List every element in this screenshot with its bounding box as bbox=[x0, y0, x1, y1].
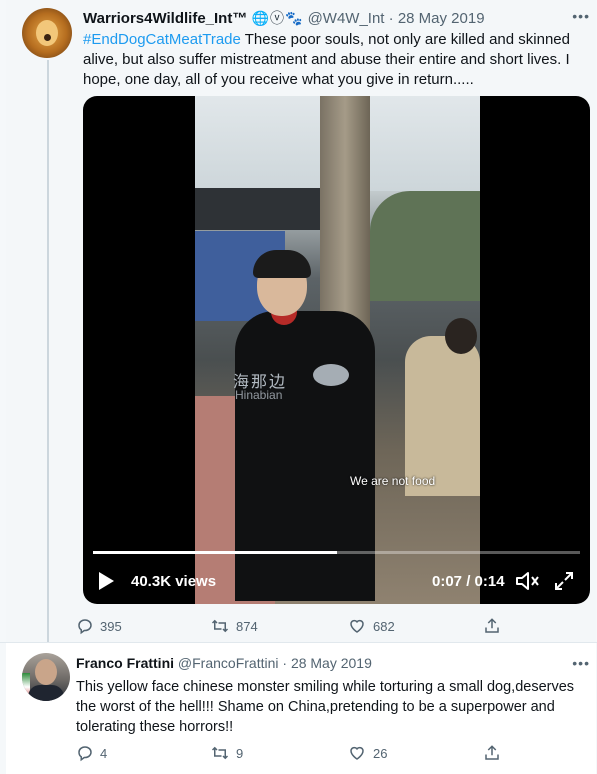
reply-button[interactable]: 395 bbox=[76, 615, 122, 637]
video-progress-bar[interactable] bbox=[93, 551, 580, 554]
tweet-date[interactable]: 28 May 2019 bbox=[291, 655, 372, 671]
lion-nose bbox=[44, 34, 51, 41]
twitter-thread: Warriors4Wildlife_Int™ 🌐ⓥ🐾 @W4W_Int · 28… bbox=[0, 0, 597, 774]
view-count: 40.3K views bbox=[131, 573, 217, 590]
tweet-franco-frattini[interactable]: Franco Frattini @FrancoFrattini · 28 May… bbox=[6, 643, 596, 774]
header-separator: · bbox=[282, 655, 288, 671]
tweet-text: #EndDogCatMeatTrade These poor souls, no… bbox=[83, 30, 581, 90]
reply-button[interactable]: 4 bbox=[76, 742, 107, 764]
tweet-warriors4wildlife[interactable]: Warriors4Wildlife_Int™ 🌐ⓥ🐾 @W4W_Int · 28… bbox=[6, 0, 596, 652]
scene-tent bbox=[370, 191, 480, 301]
tweet-date[interactable]: 28 May 2019 bbox=[398, 10, 485, 27]
tweet-header: Warriors4Wildlife_Int™ 🌐ⓥ🐾 @W4W_Int · 28… bbox=[83, 8, 593, 28]
retweet-count: 874 bbox=[236, 618, 258, 634]
heart-icon bbox=[350, 746, 364, 760]
like-button[interactable]: 26 bbox=[347, 742, 387, 764]
play-icon[interactable] bbox=[99, 572, 114, 590]
watermark-en: Hinabian bbox=[235, 388, 283, 402]
volume-icon[interactable] bbox=[515, 570, 541, 592]
more-options-icon[interactable]: ••• bbox=[572, 655, 590, 671]
retweet-icon bbox=[211, 746, 229, 760]
avatar-face bbox=[35, 659, 57, 685]
video-caption: We are not food bbox=[350, 474, 436, 488]
reply-count: 4 bbox=[100, 745, 108, 761]
watermark-bird-icon bbox=[313, 364, 349, 386]
video-player[interactable]: 海那边 Hinabian We are not food 40.3K views… bbox=[83, 96, 590, 604]
hashtag-link[interactable]: #EndDogCatMeatTrade bbox=[83, 31, 241, 48]
share-button[interactable] bbox=[483, 615, 507, 637]
avatar-franco-frattini[interactable] bbox=[22, 653, 70, 701]
thread-connector-line bbox=[47, 60, 49, 652]
share-button[interactable] bbox=[483, 742, 507, 764]
tweet-header: Franco Frattini @FrancoFrattini · 28 May… bbox=[76, 655, 576, 675]
more-options-icon[interactable]: ••• bbox=[572, 8, 590, 24]
scene-man-right-head bbox=[445, 318, 477, 354]
share-icon bbox=[485, 618, 499, 633]
person-body bbox=[235, 311, 375, 601]
video-progress-fill bbox=[93, 551, 337, 554]
like-count: 682 bbox=[373, 618, 395, 634]
retweet-button[interactable]: 9 bbox=[210, 742, 243, 764]
avatar-lion[interactable] bbox=[22, 8, 72, 58]
fullscreen-icon[interactable] bbox=[553, 570, 575, 592]
lion-face bbox=[36, 20, 58, 46]
author-name[interactable]: Franco Frattini bbox=[76, 655, 174, 671]
tweet-text: This yellow face chinese monster smiling… bbox=[76, 679, 575, 735]
author-handle[interactable]: @W4W_Int bbox=[308, 10, 385, 27]
tweet-actions: 395 874 682 bbox=[76, 615, 506, 637]
person-hair bbox=[253, 250, 311, 278]
scene-awning bbox=[195, 188, 320, 230]
scene-man-right bbox=[405, 336, 480, 496]
tweet-actions: 4 9 26 bbox=[76, 742, 506, 764]
like-count: 26 bbox=[373, 745, 388, 761]
reply-icon bbox=[78, 746, 92, 762]
reply-count: 395 bbox=[100, 618, 122, 634]
retweet-icon bbox=[211, 619, 229, 633]
like-button[interactable]: 682 bbox=[347, 615, 395, 637]
video-frame: 海那边 Hinabian We are not food bbox=[195, 96, 480, 604]
author-name[interactable]: Warriors4Wildlife_Int™ bbox=[83, 10, 247, 27]
share-icon bbox=[485, 745, 499, 760]
retweet-count: 9 bbox=[236, 745, 244, 761]
heart-icon bbox=[350, 619, 364, 633]
profile-badges: 🌐ⓥ🐾 bbox=[251, 10, 304, 26]
header-separator: · bbox=[388, 10, 394, 27]
author-handle[interactable]: @FrancoFrattini bbox=[178, 655, 279, 671]
reply-icon bbox=[78, 619, 92, 635]
retweet-button[interactable]: 874 bbox=[210, 615, 258, 637]
avatar-suit bbox=[28, 685, 64, 701]
video-time: 0:07 / 0:14 bbox=[432, 573, 505, 590]
